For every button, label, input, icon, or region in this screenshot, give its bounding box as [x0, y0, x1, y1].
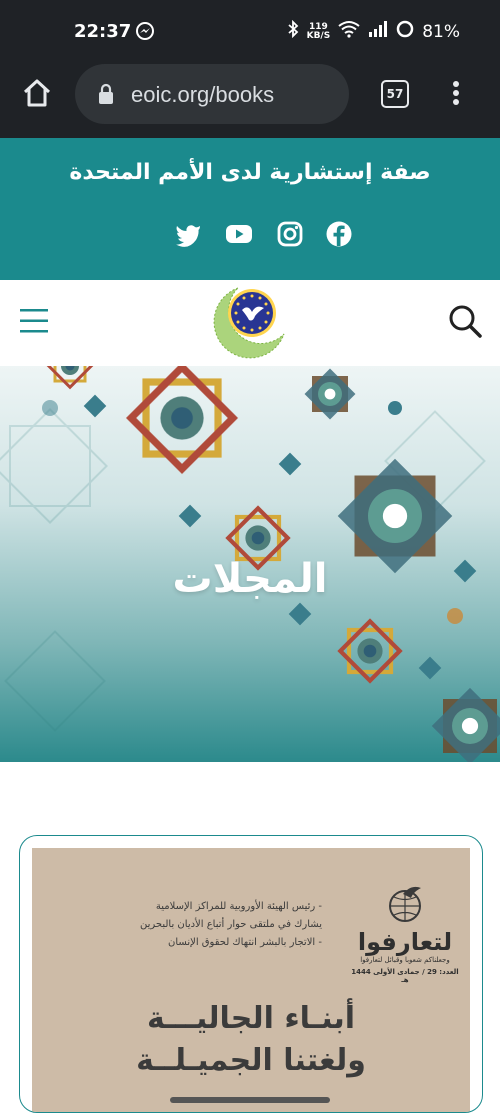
banner-title: صفة إستشارية لدى الأمم المتحدة — [69, 160, 431, 185]
instagram-icon[interactable] — [276, 220, 304, 248]
clock: 22:37 — [74, 21, 132, 42]
browser-toolbar: eoic.org/books 57 — [0, 62, 500, 138]
globe-dove-logo-icon — [389, 886, 421, 922]
headline-line: أبنـاء الجاليـــة — [147, 1001, 355, 1036]
page-title: المجلات — [172, 556, 328, 602]
network-speed: 119 KB/S — [306, 22, 331, 41]
magazine-name: لتعارفوا — [357, 928, 453, 956]
cover-bullet: - الاتجار بالبشر انتهاك لحقوق الإنسان — [168, 937, 322, 948]
headline-line: ولغتنا الجميـلــة — [136, 1043, 366, 1078]
site-header — [0, 280, 500, 366]
home-button[interactable] — [20, 76, 54, 114]
cover-main-headline: أبنـاء الجاليـــة ولغتنا الجميـلــة — [32, 998, 470, 1082]
page-hero: المجلات — [0, 366, 500, 762]
tab-switcher-button[interactable]: 57 — [381, 80, 409, 108]
network-speed-unit: KB/S — [306, 30, 331, 41]
messenger-icon — [136, 22, 154, 44]
cover-headlines: - رئيس الهيئة الأوروبية للمراكز الإسلامي… — [92, 898, 322, 952]
magazine-masthead: لتعارفوا وجعلناكم شعوبا وقبائل لتعارفوا … — [350, 884, 460, 984]
battery-level: 81% — [422, 21, 460, 42]
address-bar[interactable]: eoic.org/books — [75, 64, 349, 124]
site-logo[interactable] — [208, 282, 292, 366]
cover-bullet: - رئيس الهيئة الأوروبية للمراكز الإسلامي… — [155, 901, 322, 912]
wifi-icon — [338, 20, 360, 43]
url-text: eoic.org/books — [131, 82, 275, 107]
magazine-issue: العدد: 29 / جمادى الأولى 1444 هـ — [351, 968, 459, 984]
overflow-menu-icon[interactable] — [448, 78, 464, 112]
status-bar: 22:37 119 KB/S 81% — [0, 0, 500, 62]
facebook-icon[interactable] — [325, 220, 353, 248]
magazine-slogan: وجعلناكم شعوبا وقبائل لتعارفوا — [360, 956, 450, 964]
bluetooth-icon — [287, 19, 299, 43]
battery-ring-icon — [396, 20, 414, 43]
signal-icon — [368, 21, 388, 42]
top-banner: صفة إستشارية لدى الأمم المتحدة — [0, 138, 500, 280]
magazine-card[interactable]: - رئيس الهيئة الأوروبية للمراكز الإسلامي… — [19, 835, 483, 1113]
lock-icon — [97, 83, 115, 109]
youtube-icon[interactable] — [225, 220, 253, 248]
twitter-icon[interactable] — [174, 220, 202, 248]
gesture-navigation-bar[interactable] — [170, 1097, 330, 1103]
magazine-cover[interactable]: - رئيس الهيئة الأوروبية للمراكز الإسلامي… — [32, 848, 470, 1112]
status-icons: 119 KB/S 81% — [287, 19, 460, 43]
cover-bullet: يشارك في ملتقى حوار أتباع الأديان بالبحر… — [139, 919, 322, 930]
search-icon[interactable] — [446, 302, 484, 344]
hamburger-menu-icon[interactable] — [20, 308, 50, 338]
